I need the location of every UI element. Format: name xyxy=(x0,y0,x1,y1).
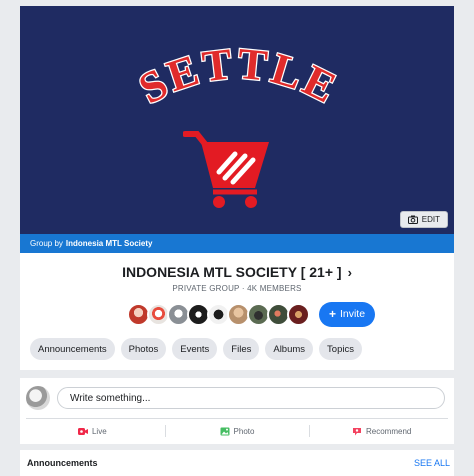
cover-title-art: SETTLE xyxy=(130,38,346,115)
announcements-section: Announcements SEE ALL xyxy=(20,450,454,476)
photo-button[interactable]: Photo xyxy=(164,422,310,440)
group-name[interactable]: INDONESIA MTL SOCIETY [ 21+ ] xyxy=(122,264,342,280)
recommend-label: Recommend xyxy=(366,426,412,436)
recommend-icon xyxy=(353,427,361,435)
group-header: INDONESIA MTL SOCIETY [ 21+ ] › PRIVATE … xyxy=(20,253,454,370)
plus-icon: + xyxy=(328,307,336,321)
announcements-title: Announcements xyxy=(27,458,98,468)
group-meta: PRIVATE GROUP · 4K MEMBERS xyxy=(172,284,302,293)
edit-cover-label: EDIT xyxy=(421,215,440,224)
group-owner-link[interactable]: Indonesia MTL Society xyxy=(66,239,153,248)
invite-label: Invite xyxy=(339,308,366,320)
group-tabs: Announcements Photos Events Files Albums… xyxy=(30,338,362,360)
tab-files[interactable]: Files xyxy=(223,338,260,360)
tab-albums[interactable]: Albums xyxy=(265,338,314,360)
composer-actions: Live Photo Recommend xyxy=(20,422,454,440)
live-video-icon xyxy=(77,427,88,435)
write-something-input[interactable]: Write something... xyxy=(57,387,445,409)
member-avatar[interactable] xyxy=(287,302,310,326)
tab-topics[interactable]: Topics xyxy=(319,338,362,360)
chevron-right-icon[interactable]: › xyxy=(348,265,352,280)
group-name-row[interactable]: INDONESIA MTL SOCIETY [ 21+ ] › xyxy=(20,264,454,280)
edit-cover-button[interactable]: EDIT xyxy=(399,211,448,228)
group-by-bar: Group by Indonesia MTL Society xyxy=(20,234,454,253)
cover-photo[interactable]: SETTLE EDIT xyxy=(20,6,454,234)
group-by-prefix: Group by xyxy=(30,239,63,248)
photo-icon xyxy=(220,427,230,435)
shopping-cart-icon xyxy=(183,131,269,208)
svg-text:SETTLE: SETTLE xyxy=(131,39,346,114)
recommend-button[interactable]: Recommend xyxy=(309,422,454,440)
photo-label: Photo xyxy=(233,426,255,436)
live-label: Live xyxy=(91,426,107,436)
post-composer: Write something... Live Photo Recommend xyxy=(20,378,454,444)
avatar[interactable] xyxy=(26,386,50,410)
divider xyxy=(26,418,448,419)
camera-icon xyxy=(407,215,418,224)
invite-button[interactable]: + Invite xyxy=(319,301,375,327)
tab-announcements[interactable]: Announcements xyxy=(30,338,115,360)
tab-photos[interactable]: Photos xyxy=(120,338,167,360)
group-page: SETTLE EDIT Group by Indonesia MTL Socie… xyxy=(20,0,454,476)
see-all-link[interactable]: SEE ALL xyxy=(414,458,450,468)
live-button[interactable]: Live xyxy=(20,422,165,440)
members-row[interactable]: + Invite xyxy=(127,301,375,327)
cover-title-text: SETTLE xyxy=(130,38,344,115)
tab-events[interactable]: Events xyxy=(172,338,218,360)
